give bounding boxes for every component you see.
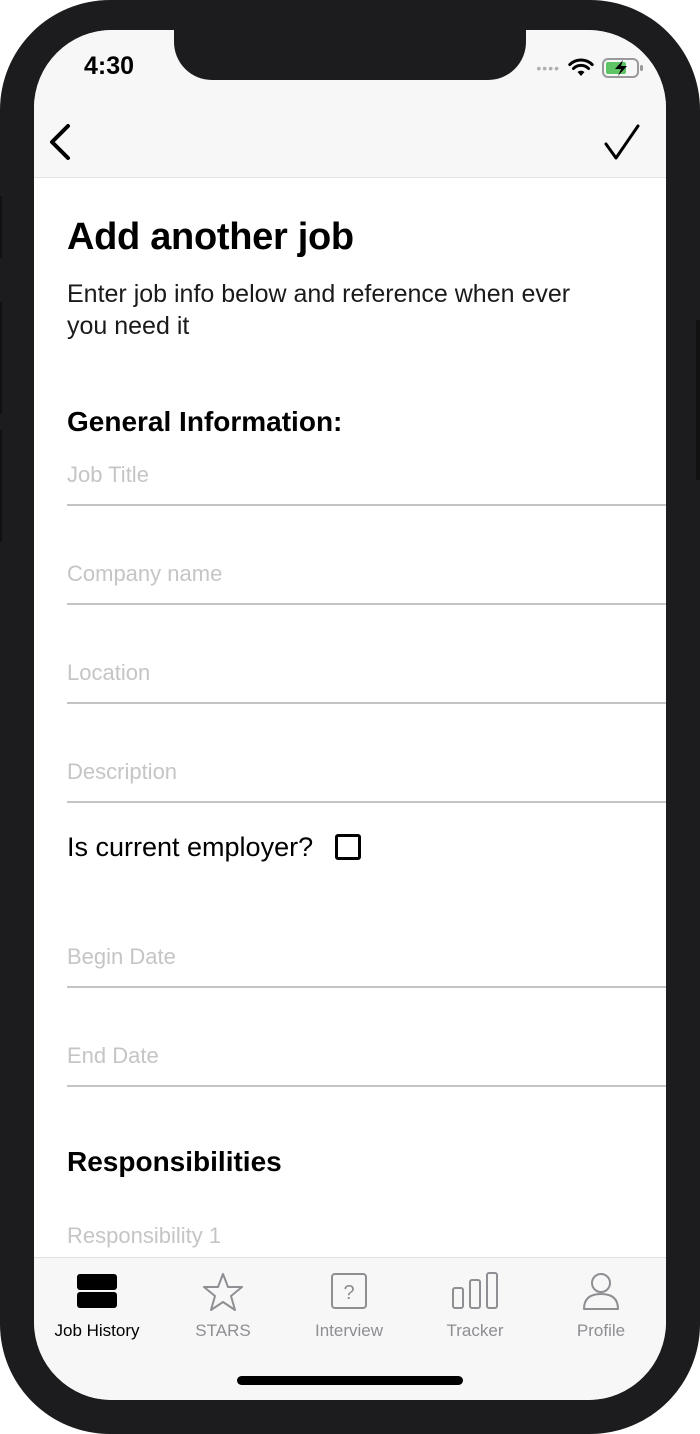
page-title: Add another job: [67, 216, 354, 258]
battery-charging-icon: [602, 58, 643, 78]
current-employer-label: Is current employer?: [67, 831, 314, 862]
tab-label: Interview: [314, 1321, 384, 1340]
tab-label: Profile: [576, 1321, 626, 1340]
checkmark-icon[interactable]: [602, 122, 642, 162]
job-title-field: [67, 446, 666, 506]
home-indicator: [237, 1376, 463, 1385]
responsibilities-heading: Responsibilities: [67, 1146, 282, 1177]
tab-interview[interactable]: ? Interview: [286, 1272, 412, 1342]
begin-date-input[interactable]: [67, 928, 666, 986]
person-icon: [583, 1273, 619, 1310]
wifi-icon: [568, 58, 594, 76]
location-input[interactable]: [67, 644, 666, 702]
star-icon: [203, 1273, 243, 1311]
job-history-icon: [77, 1274, 117, 1308]
phone-frame: 4:30 •••• Add another job Enter job info…: [0, 0, 700, 1434]
page-subtitle: Enter job info below and reference when …: [67, 280, 571, 340]
end-date-field: [67, 1027, 666, 1087]
job-title-input[interactable]: [67, 446, 666, 504]
tab-label: Tracker: [446, 1321, 504, 1340]
screen: 4:30 •••• Add another job Enter job info…: [34, 30, 666, 1400]
current-employer-row: Is current employer?: [67, 830, 362, 864]
bar-chart-icon: [452, 1272, 498, 1309]
tab-bar: Job History STARS ? Interview Tracker Pr…: [34, 1257, 666, 1400]
nav-bar: [34, 110, 666, 178]
side-button-power: [696, 320, 700, 480]
tab-stars[interactable]: STARS: [160, 1272, 286, 1342]
notch: [174, 30, 526, 80]
status-time: 4:30: [84, 52, 135, 80]
tab-profile[interactable]: Profile: [538, 1272, 664, 1342]
tab-label: Job History: [54, 1321, 140, 1340]
tab-label: STARS: [195, 1321, 251, 1340]
tab-tracker[interactable]: Tracker: [412, 1272, 538, 1342]
signal-dots-icon: ••••: [536, 60, 560, 76]
location-field: [67, 644, 666, 704]
chevron-left-icon[interactable]: [44, 122, 78, 162]
end-date-input[interactable]: [67, 1027, 666, 1085]
svg-text:?: ?: [343, 1282, 354, 1304]
general-information-heading: General Information:: [67, 406, 343, 437]
current-employer-checkbox[interactable]: [335, 834, 362, 860]
side-button-volume-up: [0, 302, 2, 414]
description-input[interactable]: [67, 743, 666, 801]
company-name-field: [67, 545, 666, 605]
company-name-input[interactable]: [67, 545, 666, 603]
question-icon: ?: [331, 1273, 367, 1309]
begin-date-field: [67, 928, 666, 988]
status-icons: ••••: [536, 56, 644, 80]
side-button-volume-down: [0, 430, 2, 542]
description-field: [67, 743, 666, 803]
side-button-silent: [0, 196, 2, 258]
tab-job-history[interactable]: Job History: [34, 1272, 160, 1342]
